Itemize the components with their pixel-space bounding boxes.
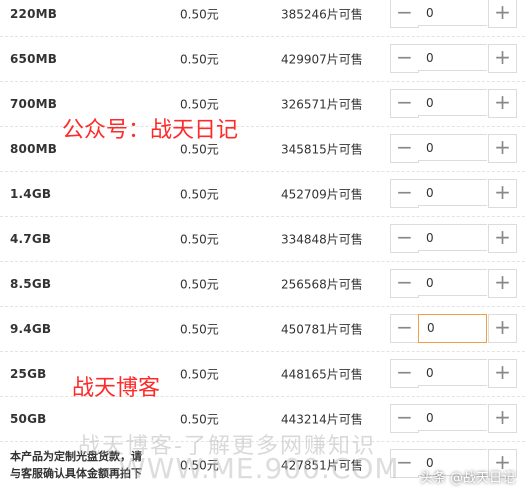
decrease-quantity-button[interactable]: −	[390, 44, 419, 73]
quantity-input[interactable]: 0	[418, 359, 487, 386]
increase-quantity-button[interactable]: +	[488, 269, 517, 298]
quantity-stepper: − 0 +	[390, 404, 517, 433]
quantity-input[interactable]: 0	[418, 224, 487, 251]
variant-stock: 429907片可售	[281, 52, 363, 67]
variant-price: 0.50元	[180, 7, 219, 22]
variant-row: 50GB 0.50元 443214片可售 − 0 +	[0, 397, 525, 442]
quantity-stepper: − 0 +	[390, 269, 517, 298]
variant-price: 0.50元	[180, 458, 219, 472]
quantity-stepper: − 0 +	[390, 134, 517, 163]
variant-row: 25GB 0.50元 448165片可售 − 0 +	[0, 352, 525, 397]
variant-size: 800MB	[10, 142, 58, 156]
quantity-stepper: − 0 +	[390, 89, 517, 118]
quantity-stepper: − 0 +	[390, 44, 517, 73]
variant-price: 0.50元	[180, 232, 219, 247]
variant-size: 220MB	[10, 7, 58, 21]
increase-quantity-button[interactable]: +	[488, 449, 517, 478]
variant-row: 4.7GB 0.50元 334848片可售 − 0 +	[0, 217, 525, 262]
variant-stock: 256568片可售	[281, 277, 363, 292]
decrease-quantity-button[interactable]: −	[390, 0, 419, 28]
variant-price: 0.50元	[180, 97, 219, 112]
variant-stock: 427851片可售	[281, 458, 363, 472]
quantity-input-focused[interactable]: 0	[418, 314, 487, 343]
quantity-input[interactable]: 0	[418, 449, 487, 476]
variant-stock: 326571片可售	[281, 97, 363, 112]
quantity-stepper: − 0 +	[390, 0, 517, 28]
variant-stock: 345815片可售	[281, 142, 363, 157]
increase-quantity-button[interactable]: +	[488, 134, 517, 163]
increase-quantity-button[interactable]: +	[488, 404, 517, 433]
quantity-input[interactable]: 0	[418, 89, 487, 116]
increase-quantity-button[interactable]: +	[488, 359, 517, 388]
decrease-quantity-button[interactable]: −	[390, 89, 419, 118]
variant-size: 1.4GB	[10, 187, 52, 201]
custom-disc-notice-line2: 与客服确认具体金额再拍下	[10, 466, 142, 480]
decrease-quantity-button[interactable]: −	[390, 404, 419, 433]
variant-price: 0.50元	[180, 277, 219, 292]
decrease-quantity-button[interactable]: −	[390, 224, 419, 253]
variant-price: 0.50元	[180, 322, 219, 337]
variant-stock: 448165片可售	[281, 367, 363, 382]
quantity-input[interactable]: 0	[418, 269, 487, 296]
decrease-quantity-button[interactable]: −	[390, 314, 419, 343]
variant-row: 650MB 0.50元 429907片可售 − 0 +	[0, 37, 525, 82]
variant-row: 220MB 0.50元 385246片可售 − 0 +	[0, 0, 525, 37]
decrease-quantity-button[interactable]: −	[390, 269, 419, 298]
variant-stock: 452709片可售	[281, 187, 363, 202]
variant-size: 650MB	[10, 52, 58, 66]
variant-price: 0.50元	[180, 142, 219, 157]
variant-size: 9.4GB	[10, 322, 52, 336]
variant-price: 0.50元	[180, 52, 219, 67]
quantity-input[interactable]: 0	[418, 134, 487, 161]
quantity-stepper: − 0 +	[390, 359, 517, 388]
variant-size: 700MB	[10, 97, 58, 111]
quantity-input[interactable]: 0	[418, 179, 487, 206]
increase-quantity-button[interactable]: +	[488, 224, 517, 253]
decrease-quantity-button[interactable]: −	[390, 449, 419, 478]
variant-row: 800MB 0.50元 345815片可售 − 0 +	[0, 127, 525, 172]
quantity-input[interactable]: 0	[418, 0, 487, 26]
increase-quantity-button[interactable]: +	[488, 179, 517, 208]
product-variant-list: 220MB 0.50元 385246片可售 − 0 + 650MB 0.50元 …	[0, 0, 525, 487]
variant-price: 0.50元	[180, 367, 219, 382]
variant-size: 4.7GB	[10, 232, 52, 246]
variant-row: 1.4GB 0.50元 452709片可售 − 0 +	[0, 172, 525, 217]
increase-quantity-button[interactable]: +	[488, 89, 517, 118]
variant-row: 9.4GB 0.50元 450781片可售 − 0 +	[0, 307, 525, 352]
decrease-quantity-button[interactable]: −	[390, 179, 419, 208]
increase-quantity-button[interactable]: +	[488, 44, 517, 73]
variant-row-custom: 本产品为定制光盘货款，请 与客服确认具体金额再拍下 0.50元 427851片可…	[0, 442, 525, 487]
quantity-stepper: − 0 +	[390, 314, 517, 343]
quantity-input[interactable]: 0	[418, 44, 487, 71]
variant-size: 50GB	[10, 412, 47, 426]
quantity-stepper: − 0 +	[390, 179, 517, 208]
custom-disc-notice: 本产品为定制光盘货款，请 与客服确认具体金额再拍下	[10, 448, 175, 482]
variant-stock: 450781片可售	[281, 322, 363, 337]
decrease-quantity-button[interactable]: −	[390, 359, 419, 388]
decrease-quantity-button[interactable]: −	[390, 134, 419, 163]
variant-stock: 334848片可售	[281, 232, 363, 247]
variant-stock: 385246片可售	[281, 7, 363, 22]
increase-quantity-button[interactable]: +	[488, 0, 517, 28]
increase-quantity-button[interactable]: +	[488, 314, 517, 343]
quantity-stepper: − 0 +	[390, 449, 517, 478]
quantity-stepper: − 0 +	[390, 224, 517, 253]
variant-row: 8.5GB 0.50元 256568片可售 − 0 +	[0, 262, 525, 307]
variant-size: 25GB	[10, 367, 47, 381]
variant-stock: 443214片可售	[281, 412, 363, 427]
variant-size: 8.5GB	[10, 277, 52, 291]
variant-price: 0.50元	[180, 412, 219, 427]
custom-disc-notice-line1: 本产品为定制光盘货款，请	[10, 449, 142, 463]
variant-price: 0.50元	[180, 187, 219, 202]
quantity-input[interactable]: 0	[418, 404, 487, 431]
variant-row: 700MB 0.50元 326571片可售 − 0 +	[0, 82, 525, 127]
